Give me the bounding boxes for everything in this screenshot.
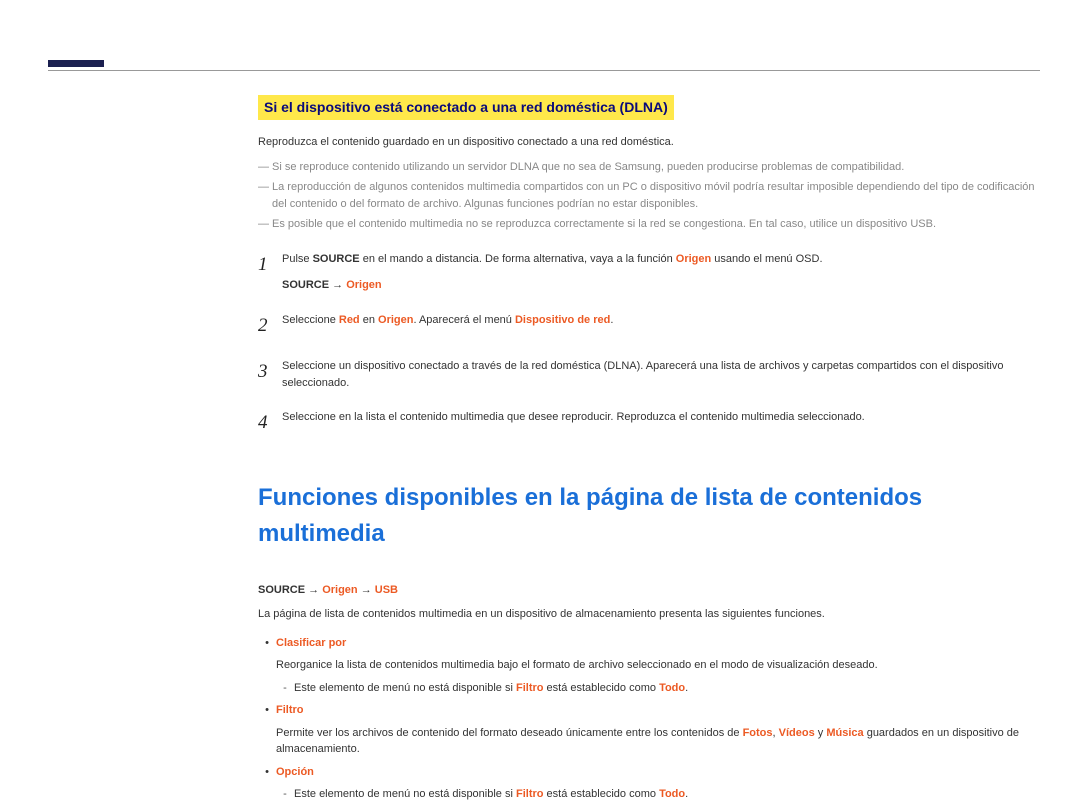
text: Pulse [282,253,313,265]
kw-filtro: Filtro [516,788,544,800]
bullet-text: Permite ver los archivos de contenido de… [276,725,1040,758]
text: . Aparecerá el menú [413,314,515,326]
text: . [610,314,613,326]
text: en [360,314,378,326]
step-number: 2 [258,312,282,341]
kw-dispositivo-red: Dispositivo de red [515,314,610,326]
bullet-title: Opción [276,764,1040,781]
section2-intro: La página de lista de contenidos multime… [258,606,1040,623]
bullet-sub-text: Este elemento de menú no está disponible… [294,680,1040,697]
text: y [815,727,827,739]
dash-icon: ― [258,179,272,212]
kw-origen: Origen [378,314,413,326]
bullet-filtro-desc: Permite ver los archivos de contenido de… [258,725,1040,758]
bullet-sub-text: Este elemento de menú no está disponible… [294,786,1040,803]
step-body: Seleccione en la lista el contenido mult… [282,409,1040,426]
bullet-filtro: • Filtro [258,702,1040,719]
breadcrumb-source-origen: SOURCE → Origen [282,277,1040,294]
steps-list: 1 Pulse SOURCE en el mando a distancia. … [258,251,1040,438]
text: Permite ver los archivos de contenido de… [276,727,743,739]
note-text: Si se reproduce contenido utilizando un … [272,159,1040,176]
note-text: Es posible que el contenido multimedia n… [272,216,1040,233]
kw-fotos: Fotos [743,727,773,739]
kw-videos: Vídeos [779,727,815,739]
crumb-origen: Origen [322,584,357,596]
dash-icon: ― [258,159,272,176]
bullet-title: Clasificar por [276,635,1040,652]
step-3: 3 Seleccione un dispositivo conectado a … [258,358,1040,391]
kw-filtro: Filtro [516,682,544,694]
bullet-list: • Clasificar por Reorganice la lista de … [258,635,1040,803]
step-number: 3 [258,358,282,387]
bullet-clasificar: • Clasificar por [258,635,1040,652]
bullet-icon: • [258,702,276,719]
note-3: ― Es posible que el contenido multimedia… [258,216,1040,233]
dash-icon: ― [258,216,272,233]
bullet-clasificar-desc: Reorganice la lista de contenidos multim… [258,657,1040,674]
note-1: ― Si se reproduce contenido utilizando u… [258,159,1040,176]
section-heading-functions: Funciones disponibles en la página de li… [258,480,1040,552]
crumb-arrow: → [358,584,375,596]
dash-icon: - [276,680,294,697]
step-body: Seleccione Red en Origen. Aparecerá el m… [282,312,1040,329]
text: Este elemento de menú no está disponible… [294,682,516,694]
spacer [258,725,276,758]
text: está establecido como [543,788,659,800]
top-divider [48,70,1040,71]
bullet-opcion-sub: - Este elemento de menú no está disponib… [276,786,1040,803]
step-1: 1 Pulse SOURCE en el mando a distancia. … [258,251,1040,294]
step-body: Pulse SOURCE en el mando a distancia. De… [282,251,1040,294]
text: está establecido como [543,682,659,694]
text: . [685,788,688,800]
bullet-icon: • [258,764,276,781]
step-4: 4 Seleccione en la lista el contenido mu… [258,409,1040,438]
bullet-text: Reorganice la lista de contenidos multim… [276,657,1040,674]
section-heading-dlna: Si el dispositivo está conectado a una r… [258,95,674,120]
bullet-icon: • [258,635,276,652]
step-body: Seleccione un dispositivo conectado a tr… [282,358,1040,391]
text: en el mando a distancia. De forma altern… [360,253,676,265]
accent-bar [48,60,104,67]
bullet-opcion: • Opción [258,764,1040,781]
breadcrumb-source-origen-usb: SOURCE → Origen → USB [258,582,1040,599]
bullet-title: Filtro [276,702,1040,719]
text: . [685,682,688,694]
crumb-arrow: → [329,279,346,291]
step-number: 1 [258,251,282,280]
text: Seleccione [282,314,339,326]
page-content: Si el dispositivo está conectado a una r… [258,95,1040,809]
dash-icon: - [276,786,294,803]
crumb-arrow: → [305,584,322,596]
step-2: 2 Seleccione Red en Origen. Aparecerá el… [258,312,1040,341]
kw-todo: Todo [659,788,685,800]
crumb-usb: USB [375,584,398,596]
kw-source: SOURCE [313,253,360,265]
kw-origen: Origen [676,253,711,265]
crumb-source: SOURCE [282,279,329,291]
kw-red: Red [339,314,360,326]
note-2: ― La reproducción de algunos contenidos … [258,179,1040,212]
spacer [258,657,276,674]
text: usando el menú OSD. [711,253,822,265]
crumb-origen: Origen [346,279,381,291]
bullet-clasificar-sub: - Este elemento de menú no está disponib… [276,680,1040,697]
kw-musica: Música [826,727,863,739]
intro-text: Reproduzca el contenido guardado en un d… [258,134,1040,151]
kw-todo: Todo [659,682,685,694]
text: Este elemento de menú no está disponible… [294,788,516,800]
step-number: 4 [258,409,282,438]
crumb-source: SOURCE [258,584,305,596]
note-text: La reproducción de algunos contenidos mu… [272,179,1040,212]
